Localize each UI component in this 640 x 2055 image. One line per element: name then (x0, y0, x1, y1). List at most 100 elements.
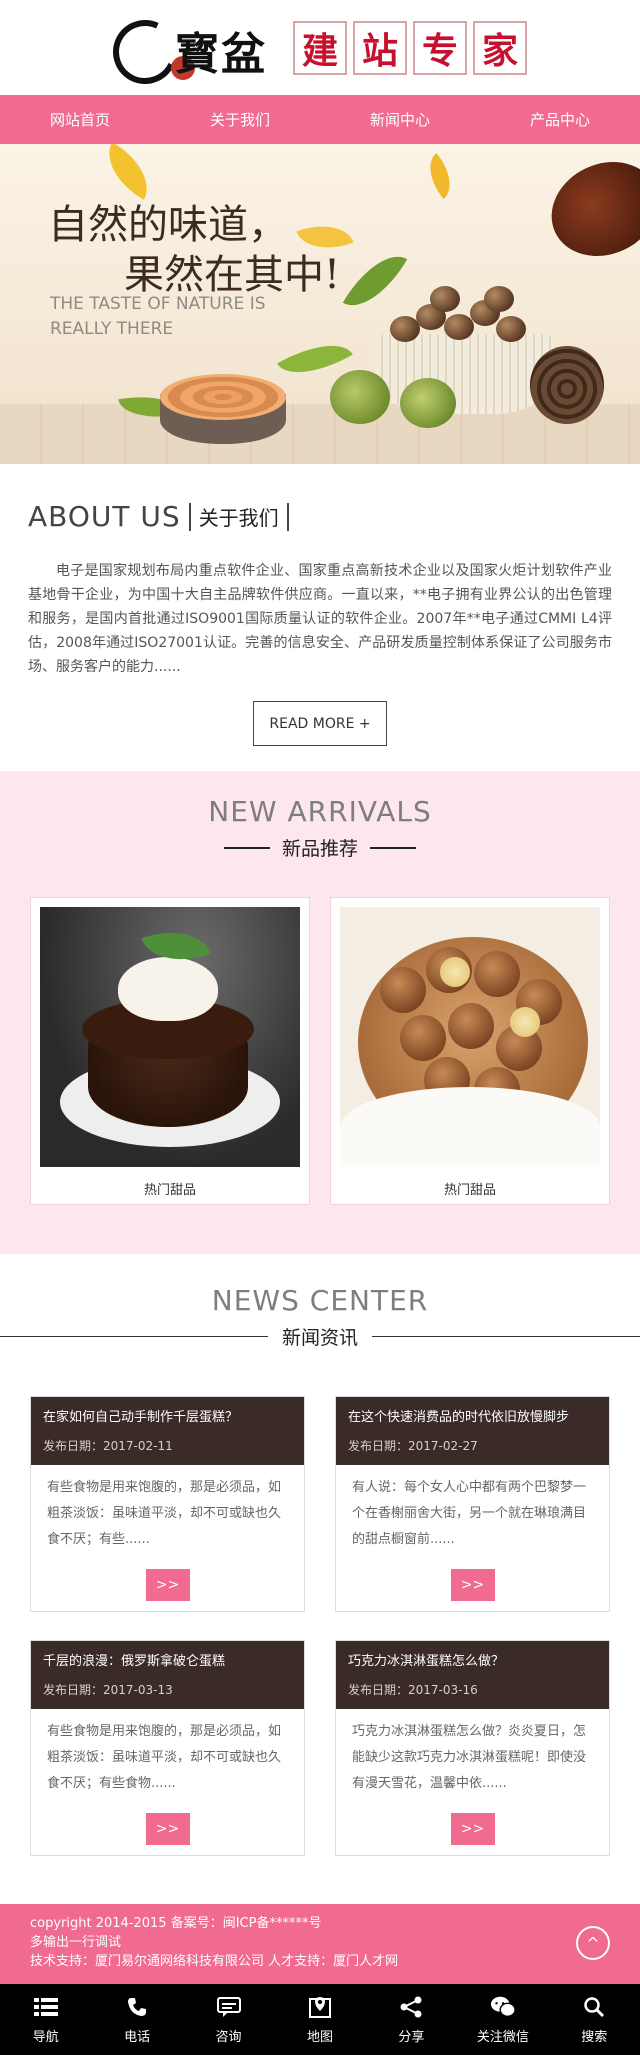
news-card: 在这个快速消费品的时代依旧放慢脚步 发布日期：2017-02-27 有人说：每个… (335, 1396, 610, 1612)
divider (188, 502, 191, 531)
logo-text: 寳盆 (175, 28, 267, 80)
wechat-icon (490, 1994, 516, 2020)
phone-icon (124, 1994, 150, 2020)
pecan-nut-image (536, 144, 640, 274)
pinecone-image (530, 346, 604, 424)
chocolate-cake-image[interactable] (40, 907, 300, 1167)
menu-icon (33, 1994, 59, 2020)
product-card[interactable]: 热门甜品 (330, 897, 610, 1205)
green-nut-image (330, 370, 390, 424)
news-card: 巧克力冰淇淋蛋糕怎么做？ 发布日期：2017-03-16 巧克力冰淇淋蛋糕怎么做… (335, 1640, 610, 1856)
chat-icon (216, 1994, 242, 2020)
toolbar-search[interactable]: 搜索 (549, 1984, 640, 2055)
toolbar-nav[interactable]: 导航 (0, 1984, 91, 2055)
logo-slogan-char: 专 (413, 20, 467, 75)
logo-g-glyph (103, 10, 187, 93)
news-title[interactable]: 在这个快速消费品的时代依旧放慢脚步 (348, 1409, 597, 1427)
news-summary: 有些食物是用来饱腹的，那是必须品，如粗茶淡饭：虽味道平淡，却不可或缺也久食不厌；… (47, 1480, 282, 1547)
read-more-button[interactable]: READ MORE + (253, 701, 387, 746)
divider (223, 846, 270, 849)
tree-stump-image (160, 374, 286, 444)
tech-support-text: 技术支持：厦门易尔通网络科技有限公司 人才支持：厦门人才网 (30, 1954, 399, 1969)
toolbar-phone[interactable]: 电话 (91, 1984, 182, 2055)
logo-mark: 寳盆 (103, 10, 283, 93)
about-heading: ABOUT US 关于我们 (28, 500, 612, 533)
news-date: 发布日期：2017-02-11 (43, 1439, 173, 1453)
arrivals-title-cn: 新品推荐 (281, 838, 358, 860)
product-name[interactable]: 热门甜品 (40, 1179, 300, 1198)
search-icon (581, 1994, 607, 2020)
divider (0, 1336, 268, 1337)
arrivals-title-en: NEW ARRIVALS (208, 795, 432, 828)
new-arrivals-section: NEW ARRIVALS 新品推荐 热门甜品 热门甜品 (0, 771, 640, 1254)
news-summary: 巧克力冰淇淋蛋糕怎么做？炎炎夏日，怎能缺少这款巧克力冰淇淋蛋糕呢！即使没有漫天雪… (352, 1724, 587, 1791)
news-date: 发布日期：2017-02-27 (348, 1439, 478, 1453)
banner-headline-line2: 果然在其中! (124, 252, 341, 298)
nut-pile-image (390, 286, 540, 346)
divider (372, 1336, 640, 1337)
nav-item-products[interactable]: 产品中心 (480, 95, 640, 144)
toolbar-share[interactable]: 分享 (366, 1984, 457, 2055)
debug-text: 多输出一行调试 (30, 1935, 122, 1950)
copyright-text: copyright 2014-2015 备案号：闽ICP备******号 (30, 1916, 322, 1931)
news-title-en: NEWS CENTER (211, 1284, 429, 1317)
green-nut-image (400, 378, 456, 428)
bottom-toolbar: 导航 电话 咨询 地图 分享 关注微信 搜索 (0, 1984, 640, 2055)
about-title-cn: 关于我们 (198, 506, 279, 530)
nav-item-home[interactable]: 网站首页 (0, 95, 160, 144)
about-description: 电子是国家规划布局内重点软件企业、国家重点高新技术企业以及国家火炬计划软件产业基… (28, 563, 612, 675)
toolbar-label: 导航 (32, 2030, 59, 2045)
logo-slogan: 建 站 专 家 (293, 20, 527, 75)
banner-subtitle-line1: THE TASTE OF NATURE IS (50, 294, 266, 314)
news-title-cn: 新闻资讯 (282, 1327, 359, 1349)
logo-slogan-char: 建 (293, 20, 347, 75)
news-card: 在家如何自己动手制作千层蛋糕？ 发布日期：2017-02-11 有些食物是用来饱… (30, 1396, 305, 1612)
banner-subtitle-line2: REALLY THERE (50, 319, 174, 339)
news-title[interactable]: 在家如何自己动手制作千层蛋糕？ (43, 1409, 292, 1427)
logo-slogan-char: 站 (353, 20, 407, 75)
back-to-top-button[interactable]: ^ (576, 1926, 610, 1960)
news-title[interactable]: 巧克力冰淇淋蛋糕怎么做？ (348, 1653, 597, 1671)
site-header: 寳盆 建 站 专 家 (0, 0, 640, 95)
toolbar-label: 电话 (124, 2030, 151, 2045)
toolbar-map[interactable]: 地图 (274, 1984, 365, 2055)
toolbar-label: 搜索 (581, 2030, 608, 2045)
news-summary: 有些食物是用来饱腹的，那是必须品，如粗茶淡饭：虽味道平淡，却不可或缺也久食不厌；… (47, 1724, 282, 1791)
nav-item-about[interactable]: 关于我们 (160, 95, 320, 144)
yellow-leaf-decoration (417, 152, 463, 200)
news-date: 发布日期：2017-03-13 (43, 1683, 173, 1697)
chevron-up-icon: ^ (586, 1933, 600, 1953)
toolbar-label: 关注微信 (476, 2030, 529, 2045)
divider (286, 502, 289, 531)
product-card[interactable]: 热门甜品 (30, 897, 310, 1205)
news-section: NEWS CENTER 新闻资讯 在家如何自己动手制作千层蛋糕？ 发布日期：20… (0, 1254, 640, 1904)
news-summary: 有人说：每个女人心中都有两个巴黎梦一个在香榭丽舍大街，另一个就在琳琅满目的甜点橱… (352, 1480, 587, 1547)
map-icon (307, 1994, 333, 2020)
product-name[interactable]: 热门甜品 (340, 1179, 600, 1198)
toolbar-label: 地图 (306, 2030, 333, 2045)
logo-slogan-char: 家 (473, 20, 527, 75)
hero-banner: 自然的味道， 果然在其中! THE TASTE OF NATURE IS REA… (0, 144, 640, 464)
toolbar-label: 分享 (398, 2030, 425, 2045)
about-title-en: ABOUT US (28, 500, 181, 533)
toolbar-label: 咨询 (215, 2030, 242, 2045)
nav-item-news[interactable]: 新闻中心 (320, 95, 480, 144)
news-more-button[interactable]: >> (145, 1813, 190, 1845)
share-icon (398, 1994, 424, 2020)
site-footer: copyright 2014-2015 备案号：闽ICP备******号 多输出… (0, 1904, 640, 1984)
site-logo[interactable]: 寳盆 建 站 专 家 (103, 10, 527, 93)
news-more-button[interactable]: >> (450, 1813, 495, 1845)
divider (370, 846, 416, 849)
toolbar-consult[interactable]: 咨询 (183, 1984, 274, 2055)
toolbar-wechat[interactable]: 关注微信 (457, 1984, 548, 2055)
product-list: 热门甜品 热门甜品 (0, 897, 640, 1205)
news-card: 千层的浪漫：俄罗斯拿破仑蛋糕 发布日期：2017-03-13 有些食物是用来饱腹… (30, 1640, 305, 1856)
about-section: ABOUT US 关于我们 电子是国家规划布局内重点软件企业、国家重点高新技术企… (0, 464, 640, 771)
news-more-button[interactable]: >> (145, 1569, 190, 1601)
macadamia-nuts-image[interactable] (340, 907, 600, 1167)
news-more-button[interactable]: >> (450, 1569, 495, 1601)
news-date: 发布日期：2017-03-16 (348, 1683, 478, 1697)
news-title[interactable]: 千层的浪漫：俄罗斯拿破仑蛋糕 (43, 1653, 292, 1671)
news-list: 在家如何自己动手制作千层蛋糕？ 发布日期：2017-02-11 有些食物是用来饱… (0, 1396, 640, 1856)
main-nav: 网站首页 关于我们 新闻中心 产品中心 (0, 95, 640, 144)
